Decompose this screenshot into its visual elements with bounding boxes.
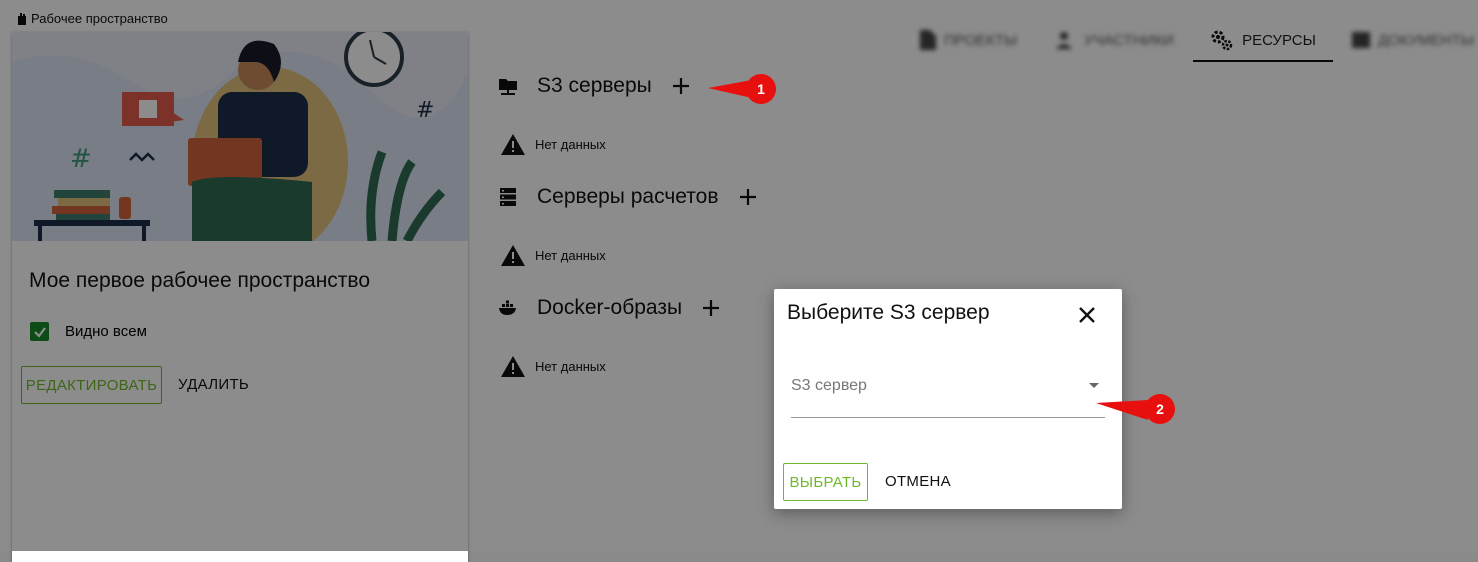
callout-2-label: 2	[1156, 401, 1164, 417]
dialog-title: Выберите S3 сервер	[787, 301, 990, 324]
s3-server-select[interactable]: S3 сервер	[791, 373, 1105, 418]
s3-server-placeholder: S3 сервер	[791, 377, 867, 394]
callout-1: 1	[706, 74, 778, 111]
cancel-button[interactable]: ОТМЕНА	[885, 473, 951, 490]
select-s3-dialog: Выберите S3 сервер S3 сервер ВЫБРАТЬ ОТМ…	[774, 289, 1122, 509]
choose-button[interactable]: ВЫБРАТЬ	[783, 463, 868, 501]
close-icon[interactable]	[1077, 305, 1097, 325]
callout-2: 2	[1094, 394, 1176, 431]
dropdown-arrow-icon[interactable]	[1089, 383, 1099, 388]
callout-1-label: 1	[757, 81, 765, 97]
